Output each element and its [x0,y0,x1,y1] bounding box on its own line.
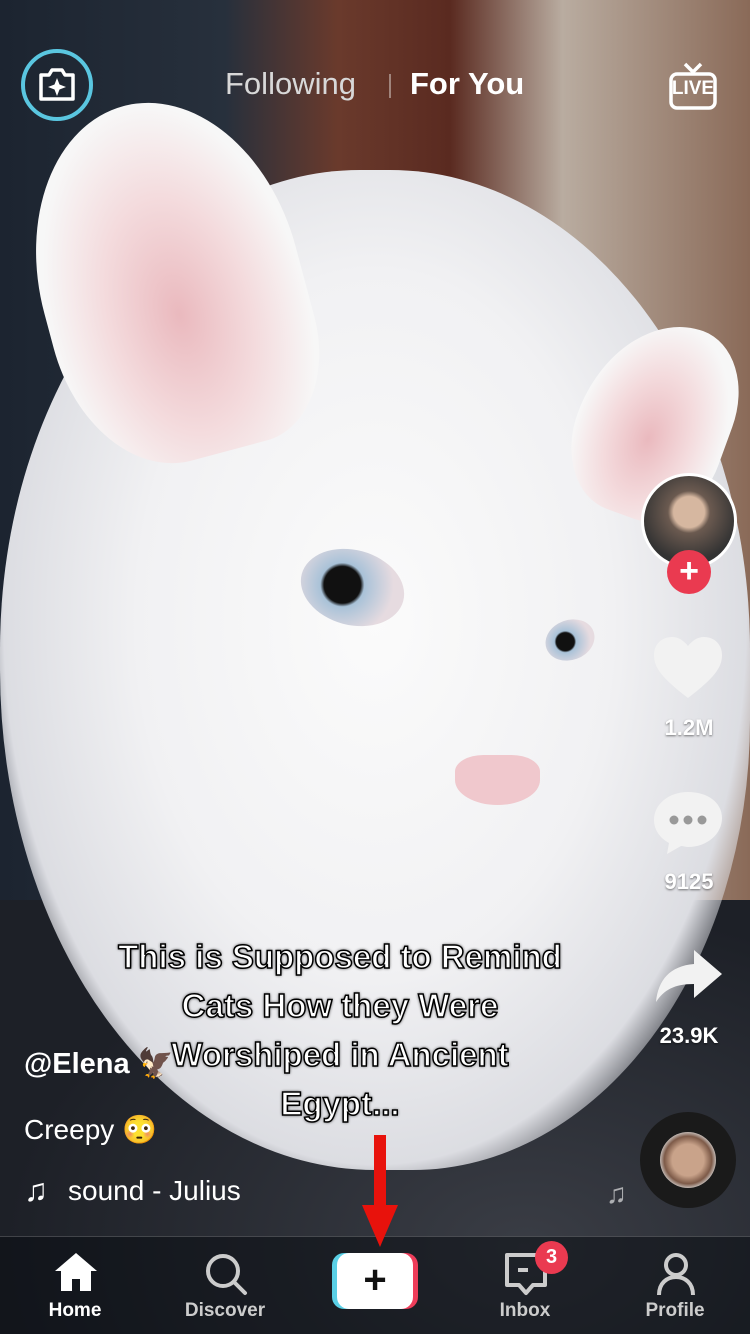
post-username[interactable]: @Elena 🦅 [24,1047,174,1081]
tab-for-you[interactable]: For You [410,66,524,102]
nav-profile[interactable]: Profile [615,1237,735,1334]
nav-discover[interactable]: Discover [165,1237,285,1334]
username-text: @Elena [24,1048,130,1080]
app-screen: Following For You LIVE + 1.2M 9125 23.9K… [0,0,750,1334]
live-label: LIVE [671,78,715,99]
follow-button[interactable]: + [667,550,711,594]
create-button[interactable]: + [332,1253,418,1309]
share-icon[interactable] [654,948,724,1004]
nav-home[interactable]: Home [15,1237,135,1334]
eagle-emoji: 🦅 [137,1048,174,1080]
video-cat-nose [455,755,540,805]
share-count: 23.9K [659,1023,719,1048]
nav-label: Home [48,1300,102,1321]
inbox-badge: 3 [535,1241,568,1274]
nav-label: Inbox [499,1300,551,1321]
sound-disc[interactable] [640,1112,736,1208]
post-description: Creepy 😳 [24,1113,157,1146]
search-icon [206,1254,247,1295]
annotation-arrow [362,1135,398,1247]
plus-icon: + [337,1253,413,1309]
description-text: Creepy [24,1114,115,1145]
nav-label: Profile [645,1300,705,1321]
nav-label: Discover [184,1300,266,1321]
video-caption-overlay: This is Supposed to Remind Cats How they… [60,932,620,1128]
sound-name: sound - Julius [68,1174,241,1206]
live-button[interactable]: LIVE [668,62,718,110]
sound-cover-image [660,1132,716,1188]
like-count: 1.2M [664,715,714,740]
profile-icon [657,1253,695,1296]
tab-divider [389,74,391,98]
flushed-emoji: 😳 [122,1114,157,1145]
comment-icon[interactable] [652,790,724,856]
comment-count: 9125 [664,869,714,894]
caption-line: This is Supposed to Remind [117,937,562,976]
music-note-icon: ♫ [24,1172,48,1208]
sound-link[interactable]: ♫ sound - Julius [24,1172,241,1209]
feed-tabs: Following For You [0,66,750,106]
tab-following[interactable]: Following [225,66,356,102]
heart-icon[interactable] [652,636,724,700]
music-note-icon: ♫ [606,1178,627,1209]
home-icon [55,1253,97,1291]
caption-line: Cats How they Were [181,986,499,1025]
